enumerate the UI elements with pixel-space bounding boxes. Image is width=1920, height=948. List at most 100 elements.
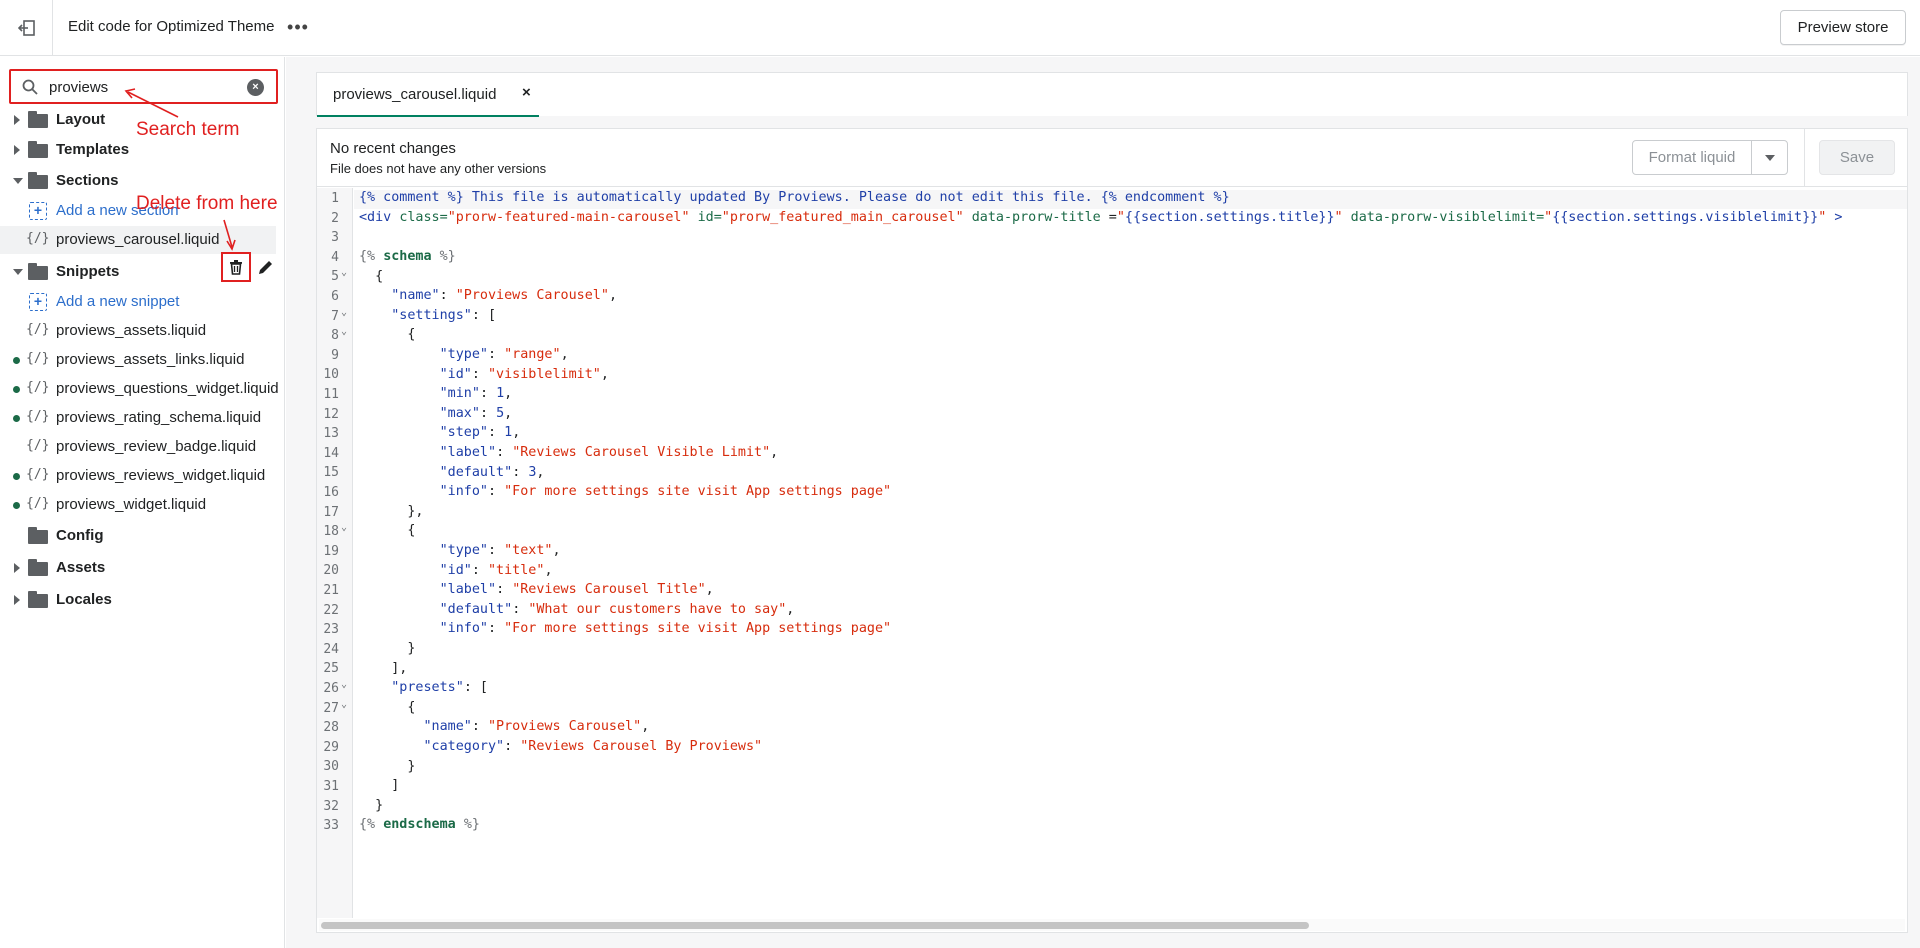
code-line: "id": "title",	[439, 562, 553, 578]
folder-config[interactable]: Config	[0, 522, 284, 550]
chevron-right-icon	[14, 563, 20, 573]
modified-dot-icon	[13, 357, 20, 364]
code-line: "type": "range",	[439, 347, 569, 362]
tab-label: proviews_carousel.liquid	[333, 86, 497, 103]
preview-store-button[interactable]: Preview store	[1780, 10, 1906, 45]
line-number: 23	[323, 622, 339, 638]
code-line: <div class="prorw-featured-main-carousel…	[359, 209, 1843, 225]
horizontal-scrollbar[interactable]	[319, 919, 1905, 931]
code-line: "step": 1,	[439, 425, 521, 441]
folder-label: Templates	[56, 141, 130, 158]
folder-icon	[28, 111, 48, 128]
line-number: 31	[323, 779, 339, 794]
code-file-icon: {/}	[26, 496, 50, 511]
delete-file-icon[interactable]	[221, 252, 251, 282]
file-label: proviews_assets.liquid	[56, 322, 207, 339]
chevron-right-icon	[14, 595, 20, 605]
file-item[interactable]: {/} proviews_reviews_widget.liquid	[0, 462, 284, 490]
folder-sections[interactable]: Sections	[0, 167, 284, 195]
code-line: "category": "Reviews Carousel By Proview…	[423, 739, 763, 754]
more-actions-icon[interactable]: •••	[287, 14, 309, 40]
file-item[interactable]: {/} proviews_rating_schema.liquid	[0, 404, 284, 432]
fold-toggle-icon[interactable]: ⌄	[341, 699, 347, 710]
code-line: },	[359, 503, 424, 519]
line-number: 27	[323, 700, 339, 716]
file-item[interactable]: {/} proviews_questions_widget.liquid	[0, 375, 284, 403]
file-item[interactable]: {/} proviews_assets.liquid	[0, 317, 284, 345]
line-number: 17	[323, 504, 339, 520]
code-line: }	[359, 641, 416, 656]
line-number: 25	[323, 661, 339, 677]
exit-icon[interactable]	[14, 16, 40, 40]
file-status-bar: No recent changes File does not have any…	[317, 129, 1907, 187]
add-file-icon: +	[29, 202, 47, 220]
line-number: 32	[323, 798, 339, 814]
format-options-dropdown[interactable]	[1751, 140, 1788, 175]
fold-toggle-icon[interactable]: ⌄	[341, 326, 347, 337]
file-label: proviews_questions_widget.liquid	[56, 380, 279, 397]
file-sidebar: proviews × Layout Templates Sections + Add a…	[0, 57, 285, 948]
file-label: proviews_reviews_widget.liquid	[56, 467, 266, 484]
save-button[interactable]: Save	[1819, 140, 1895, 175]
line-number: 16	[323, 485, 339, 500]
rename-file-icon[interactable]	[254, 256, 276, 278]
file-search-input[interactable]: proviews ×	[9, 69, 278, 104]
code-file-icon: {/}	[26, 351, 50, 366]
line-number: 22	[323, 602, 339, 618]
delete-annotation: Delete from here	[136, 193, 278, 214]
line-number: 18	[323, 524, 339, 540]
file-item[interactable]: {/} proviews_assets_links.liquid	[0, 346, 284, 374]
tab-proviews-carousel[interactable]: proviews_carousel.liquid ×	[317, 73, 539, 117]
line-number: 13	[323, 426, 339, 442]
fold-toggle-icon[interactable]: ⌄	[341, 522, 347, 533]
line-number: 5	[331, 269, 339, 285]
clear-search-icon[interactable]: ×	[247, 79, 264, 96]
file-item[interactable]: {/} proviews_carousel.liquid	[0, 226, 276, 254]
folder-icon	[28, 591, 48, 608]
code-line: {	[359, 327, 416, 343]
close-tab-icon[interactable]: ×	[522, 84, 531, 101]
theme-code-editor: Edit code for Optimized Theme ••• Previe…	[0, 0, 1920, 948]
folder-locales[interactable]: Locales	[0, 586, 284, 614]
search-term-annotation: Search term	[136, 119, 240, 140]
code-line: "default": 3,	[439, 464, 545, 480]
line-number: 15	[323, 465, 339, 481]
line-number: 9	[331, 347, 339, 363]
code-line: {	[359, 268, 384, 284]
code-file-icon: {/}	[26, 322, 50, 337]
line-number: 29	[323, 739, 339, 755]
modified-dot-icon	[13, 502, 20, 509]
code-editor[interactable]: 1 2 3 4 5 ⌄ 6 7 ⌄ 8 ⌄ 9 10 11 12 13 14 15 16 17 18 ⌄ 19 20 21 22 2…	[317, 188, 1907, 918]
code-line: "max": 5,	[439, 405, 513, 421]
fold-toggle-icon[interactable]: ⌄	[341, 679, 347, 690]
add-a-new-snippet-link[interactable]: + Add a new snippet	[0, 288, 284, 316]
line-number: 1	[331, 191, 339, 206]
add-link-label: Add a new snippet	[56, 293, 180, 310]
fold-toggle-icon[interactable]: ⌄	[341, 267, 347, 278]
line-number: 28	[323, 720, 339, 736]
file-item[interactable]: {/} proviews_review_badge.liquid	[0, 433, 284, 461]
folder-icon	[28, 559, 48, 576]
line-number: 3	[331, 230, 339, 246]
status-title: No recent changes	[330, 140, 456, 157]
folder-label: Config	[56, 527, 104, 544]
line-number: 11	[323, 387, 339, 402]
line-number: 12	[323, 406, 339, 422]
line-number: 8	[331, 328, 339, 344]
code-line: "settings": [	[391, 307, 497, 323]
code-line: "min": 1,	[439, 386, 513, 402]
chevron-right-icon	[14, 145, 20, 155]
folder-assets[interactable]: Assets	[0, 554, 284, 582]
search-icon	[21, 78, 39, 101]
fold-toggle-icon[interactable]: ⌄	[341, 307, 347, 318]
folder-icon	[28, 527, 48, 544]
format-liquid-button[interactable]: Format liquid	[1632, 140, 1752, 175]
line-number: 14	[323, 445, 339, 461]
line-gutter: 1 2 3 4 5 ⌄ 6 7 ⌄ 8 ⌄ 9 10 11 12 13 14 15 16 17 18 ⌄ 19 20 21 22 2…	[317, 188, 353, 918]
chevron-down-icon	[13, 269, 23, 275]
editor-area: proviews_carousel.liquid × No recent cha…	[286, 57, 1920, 948]
scrollbar-thumb[interactable]	[321, 922, 1309, 929]
search-value: proviews	[49, 79, 109, 96]
file-item[interactable]: {/} proviews_widget.liquid	[0, 491, 284, 519]
folder-label: Assets	[56, 559, 106, 576]
